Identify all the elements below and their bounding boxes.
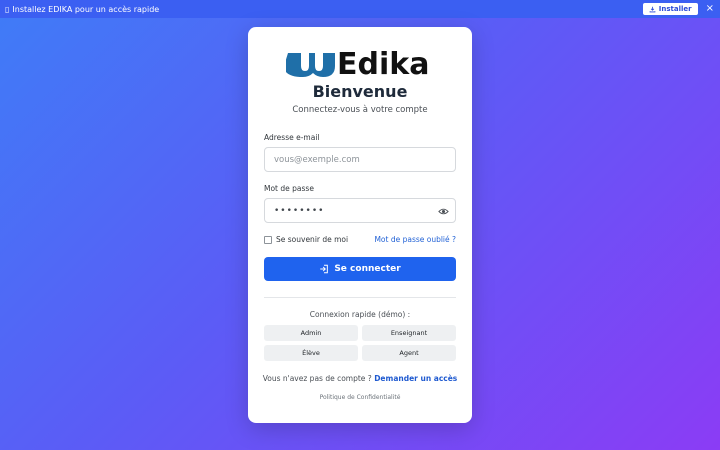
install-actions: Installer × (642, 3, 714, 15)
install-message-group: ▯ Installez EDIKA pour un accès rapide (5, 5, 159, 14)
remember-checkbox[interactable] (264, 235, 272, 244)
install-banner: ▯ Installez EDIKA pour un accès rapide I… (0, 0, 720, 18)
email-field[interactable]: vous@exemple.com (264, 147, 456, 172)
install-button[interactable]: Installer (642, 3, 698, 15)
login-icon (320, 264, 329, 274)
install-message: Installez EDIKA pour un accès rapide (12, 4, 160, 14)
logo-text: Edika (337, 47, 429, 77)
login-button[interactable]: Se connecter (264, 257, 456, 281)
install-button-label: Installer (658, 5, 692, 13)
eye-icon[interactable] (438, 206, 449, 217)
quick-login-admin-button[interactable]: Admin (264, 325, 358, 341)
page-title: Bienvenue (312, 82, 408, 101)
close-icon[interactable]: × (706, 4, 714, 14)
signup-text: Vous n'avez pas de compte ? (262, 374, 372, 383)
edika-logo: Edika (286, 47, 429, 77)
quick-login-label: Connexion rapide (démo) : (309, 310, 411, 319)
login-card: Edika Bienvenue Connectez-vous à votre c… (248, 27, 472, 423)
password-label: Mot de passe (264, 184, 314, 193)
login-button-label: Se connecter (334, 264, 401, 274)
download-icon (649, 6, 656, 12)
page-subtitle: Connectez-vous à votre compte (292, 105, 428, 115)
request-access-link[interactable]: Demander un accès (374, 374, 457, 383)
quick-login-student-button[interactable]: Élève (264, 345, 358, 361)
forgot-password-link[interactable]: Mot de passe oublié ? (374, 235, 456, 244)
privacy-policy-link[interactable]: Politique de Confidentialité (248, 394, 472, 401)
remember-me[interactable]: Se souvenir de moi (264, 235, 348, 244)
divider (264, 297, 456, 298)
password-field[interactable]: •••••••• (264, 198, 456, 223)
password-value: •••••••• (274, 205, 325, 216)
remember-label: Se souvenir de moi (276, 235, 349, 244)
quick-login-teacher-button[interactable]: Enseignant (362, 325, 456, 341)
quick-login-agent-button[interactable]: Agent (362, 345, 456, 361)
email-label: Adresse e-mail (264, 133, 320, 142)
signup-prompt: Vous n'avez pas de compte ? Demander un … (248, 374, 472, 383)
app-icon: ▯ (5, 4, 10, 14)
